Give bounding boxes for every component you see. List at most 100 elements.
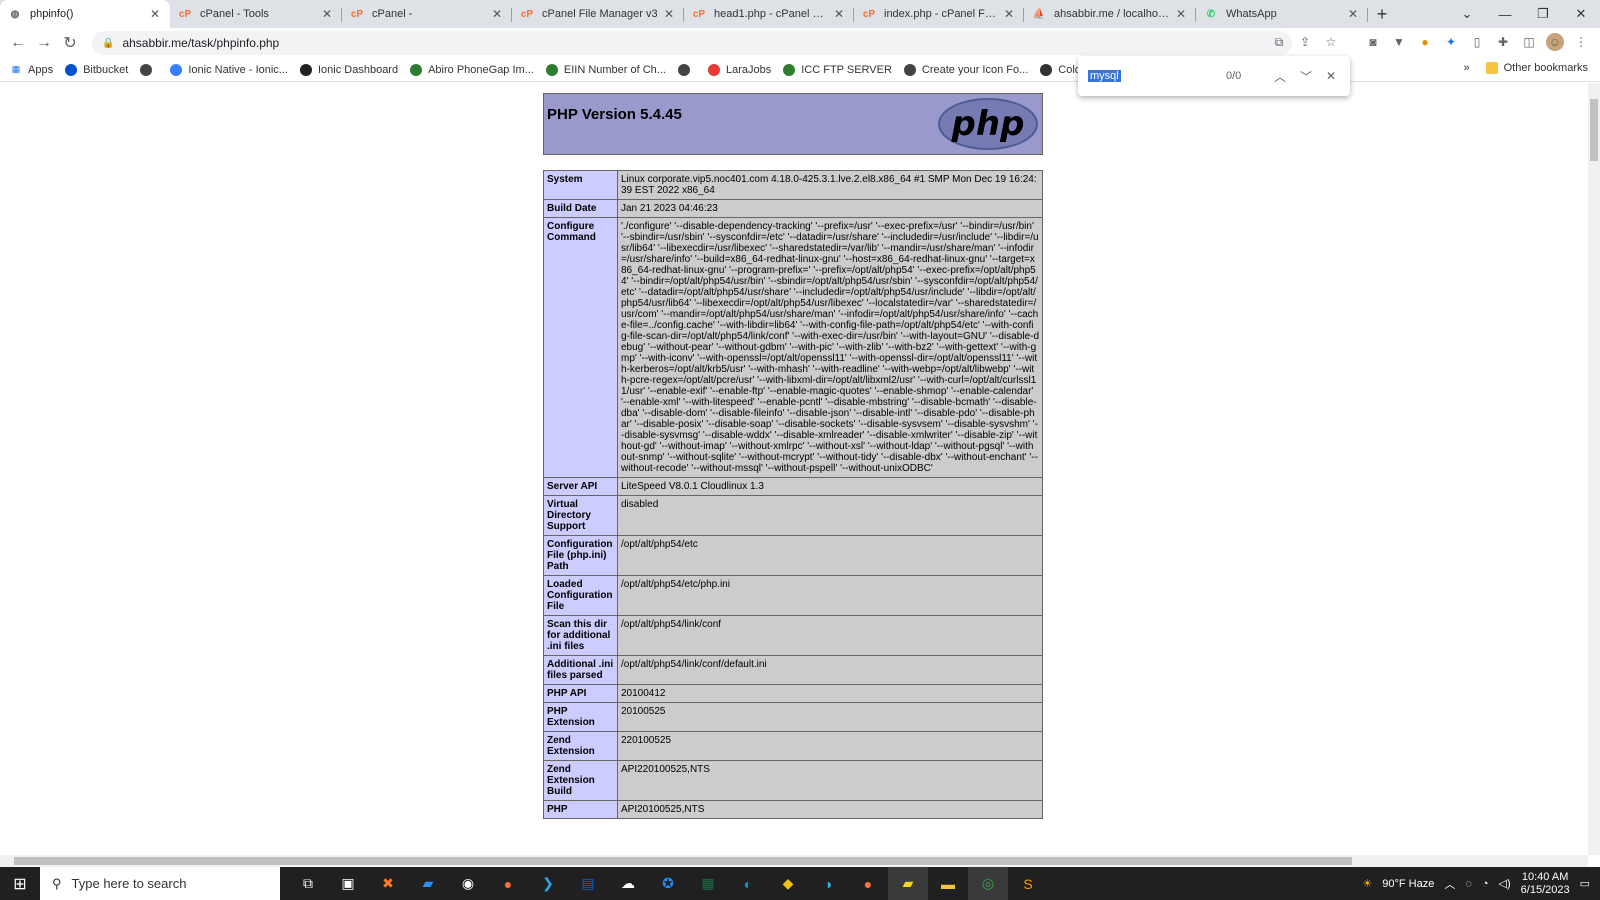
tab-4[interactable]: cP cPanel File Manager v3 ✕ — [512, 0, 684, 28]
tab-1[interactable]: ◍ phpinfo() ✕ — [0, 0, 170, 28]
tab-5[interactable]: cP head1.php - cPanel File Ma ✕ — [684, 0, 854, 28]
bookmark-item[interactable]: Bitbucket — [65, 63, 128, 76]
edge-icon[interactable]: ◑ — [808, 867, 848, 900]
postman-icon[interactable]: ● — [488, 867, 528, 900]
tab-close-icon[interactable]: ✕ — [1002, 7, 1016, 21]
row-key: Virtual Directory Support — [543, 495, 618, 536]
color-extension-icon[interactable]: ● — [1416, 33, 1434, 51]
menu-icon[interactable]: ⋮ — [1572, 33, 1590, 51]
bookmark-star-icon[interactable]: ☆ — [1322, 33, 1340, 51]
store-icon[interactable]: ▣ — [328, 867, 368, 900]
volume-icon[interactable]: ◁) — [1499, 877, 1511, 890]
profile-avatar[interactable]: ☺ — [1546, 33, 1564, 51]
vue-extension-icon[interactable]: ▼ — [1390, 33, 1408, 51]
obs-icon[interactable]: ◉ — [448, 867, 488, 900]
weather-text[interactable]: 90°F Haze — [1382, 878, 1434, 890]
tab-close-icon[interactable]: ✕ — [148, 7, 162, 21]
back-button[interactable]: ← — [5, 34, 31, 52]
tab-close-icon[interactable]: ✕ — [1174, 7, 1188, 21]
bookmark-label: Ionic Native - Ionic... — [188, 63, 288, 76]
counter-extension-icon[interactable]: ✦ — [1442, 33, 1460, 51]
share-icon[interactable]: ⇪ — [1296, 33, 1314, 51]
new-tab-button[interactable]: + — [1368, 0, 1396, 28]
table-row: PHP API20100525,NTS — [543, 800, 1043, 819]
weather-icon[interactable]: ☀ — [1362, 877, 1372, 890]
tab-6[interactable]: cP index.php - cPanel File Ma ✕ — [854, 0, 1024, 28]
notifications-icon[interactable]: ▭ — [1580, 877, 1590, 890]
camera-extension-icon[interactable]: ◙ — [1364, 33, 1382, 51]
row-key: Server API — [543, 477, 618, 496]
horizontal-scrollbar[interactable] — [0, 855, 1588, 867]
tab-close-icon[interactable]: ✕ — [320, 7, 334, 21]
stickies-icon[interactable]: ▰ — [408, 867, 448, 900]
extensions-icon[interactable]: ✚ — [1494, 33, 1512, 51]
php-logo[interactable]: php — [938, 98, 1038, 150]
more-bookmarks-button[interactable]: » — [1464, 62, 1470, 74]
bookmark-item[interactable]: LaraJobs — [707, 63, 771, 76]
find-previous-button[interactable]: ︿ — [1274, 68, 1286, 85]
bookmark-item[interactable]: Ionic Dashboard — [299, 63, 398, 76]
app-store-icon[interactable]: ✪ — [648, 867, 688, 900]
url-text: ahsabbir.me/task/phpinfo.php — [122, 36, 280, 50]
firefox-icon[interactable]: ● — [848, 867, 888, 900]
close-window-button[interactable]: ✕ — [1562, 0, 1600, 28]
clock[interactable]: 10:40 AM 6/15/2023 — [1521, 871, 1570, 897]
vertical-scrollbar[interactable] — [1588, 83, 1600, 855]
bookmark-item[interactable] — [677, 63, 696, 76]
bookmark-favicon-icon — [299, 63, 312, 76]
vertical-scroll-thumb[interactable] — [1590, 99, 1598, 161]
forward-button[interactable]: → — [31, 34, 57, 52]
address-bar[interactable]: 🔒 ahsabbir.me/task/phpinfo.php — [92, 31, 1292, 55]
find-close-button[interactable]: ✕ — [1326, 69, 1336, 83]
wifi-icon[interactable]: ◔ — [1482, 878, 1489, 890]
tab-title: index.php - cPanel File Ma — [884, 8, 998, 20]
find-icon[interactable]: ⧉ — [1270, 33, 1288, 51]
file-explorer-icon[interactable]: ▬ — [928, 867, 968, 900]
find-next-button[interactable]: ﹀ — [1300, 68, 1312, 85]
bookmark-item[interactable]: Ionic Native - Ionic... — [170, 63, 288, 76]
teams-icon[interactable]: ☁ — [608, 867, 648, 900]
find-input[interactable]: mysql — [1088, 70, 1121, 82]
side-panel-icon[interactable]: ◫ — [1520, 33, 1538, 51]
outlook-icon[interactable]: ▤ — [568, 867, 608, 900]
tab-7[interactable]: ⛵ ahsabbir.me / localhost / a ✕ — [1024, 0, 1196, 28]
xampp-icon[interactable]: ✖ — [368, 867, 408, 900]
reload-button[interactable]: ↻ — [57, 33, 83, 53]
horizontal-scroll-thumb[interactable] — [14, 857, 1352, 865]
excel-icon[interactable]: ▦ — [688, 867, 728, 900]
tray-expand-icon[interactable]: ︿ — [1444, 876, 1455, 892]
row-value: disabled — [617, 495, 1043, 536]
bookmark-item[interactable]: Abiro PhoneGap Im... — [410, 63, 534, 76]
tab-close-icon[interactable]: ✕ — [662, 7, 676, 21]
clipboard-extension-icon[interactable]: ▯ — [1468, 33, 1486, 51]
tab-close-icon[interactable]: ✕ — [832, 7, 846, 21]
bookmark-item[interactable]: ICC FTP SERVER — [783, 63, 892, 76]
bookmark-item[interactable] — [140, 63, 158, 76]
vscode-icon[interactable]: ❯ — [528, 867, 568, 900]
restore-button[interactable]: ❐ — [1524, 0, 1562, 28]
bookmark-item[interactable]: Create your Icon Fo... — [903, 63, 1028, 76]
taskbar-search[interactable]: ⚲ Type here to search — [40, 867, 280, 900]
tab-close-icon[interactable]: ✕ — [490, 7, 504, 21]
tab-title: ahsabbir.me / localhost / a — [1054, 8, 1170, 20]
windows-start-icon[interactable]: ⊞ — [0, 874, 40, 894]
git-icon[interactable]: ◆ — [768, 867, 808, 900]
tab-3[interactable]: cP cPanel - ✕ — [342, 0, 512, 28]
row-key: Additional .ini files parsed — [543, 655, 618, 685]
bookmark-item[interactable]: EIIN Number of Ch... — [545, 63, 666, 76]
tab-close-icon[interactable]: ✕ — [1346, 7, 1360, 21]
sublime-icon[interactable]: S — [1008, 867, 1048, 900]
network-icon[interactable]: ◌ — [1465, 878, 1472, 890]
minimize-button[interactable]: — — [1486, 0, 1524, 28]
edge-dev-icon[interactable]: ◐ — [728, 867, 768, 900]
lock-icon[interactable]: 🔒 — [102, 38, 114, 49]
tab-search-icon[interactable]: ⌄ — [1448, 0, 1486, 28]
tab-2[interactable]: cP cPanel - Tools ✕ — [170, 0, 342, 28]
sticky-notes-icon[interactable]: ▰ — [888, 867, 928, 900]
task-view-icon[interactable]: ⧉ — [288, 867, 328, 900]
bookmark-favicon-icon — [903, 63, 916, 76]
other-bookmarks[interactable]: Other bookmarks — [1485, 62, 1588, 74]
tab-8[interactable]: ✆ WhatsApp ✕ — [1196, 0, 1368, 28]
chrome-icon[interactable]: ◎ — [968, 867, 1008, 900]
bookmark-apps[interactable]: ▦ Apps — [10, 64, 53, 76]
